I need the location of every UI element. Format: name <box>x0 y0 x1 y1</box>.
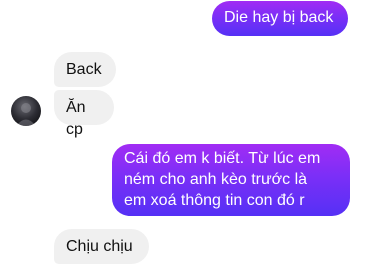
incoming-message-bubble[interactable]: Chịu chịu <box>54 229 149 264</box>
message-thread: Die hay bị back Back Ăn cp Cái đó em k b… <box>0 0 374 264</box>
incoming-message-bubble[interactable]: Back <box>54 52 116 87</box>
outgoing-message-bubble[interactable]: Cái đó em k biết. Từ lúc em ném cho anh … <box>112 144 350 216</box>
incoming-message-bubble[interactable]: Ăn cp <box>54 90 114 138</box>
avatar-icon <box>11 96 41 126</box>
contact-avatar[interactable] <box>11 96 41 126</box>
outgoing-message-bubble[interactable]: Die hay bị back <box>212 1 348 36</box>
